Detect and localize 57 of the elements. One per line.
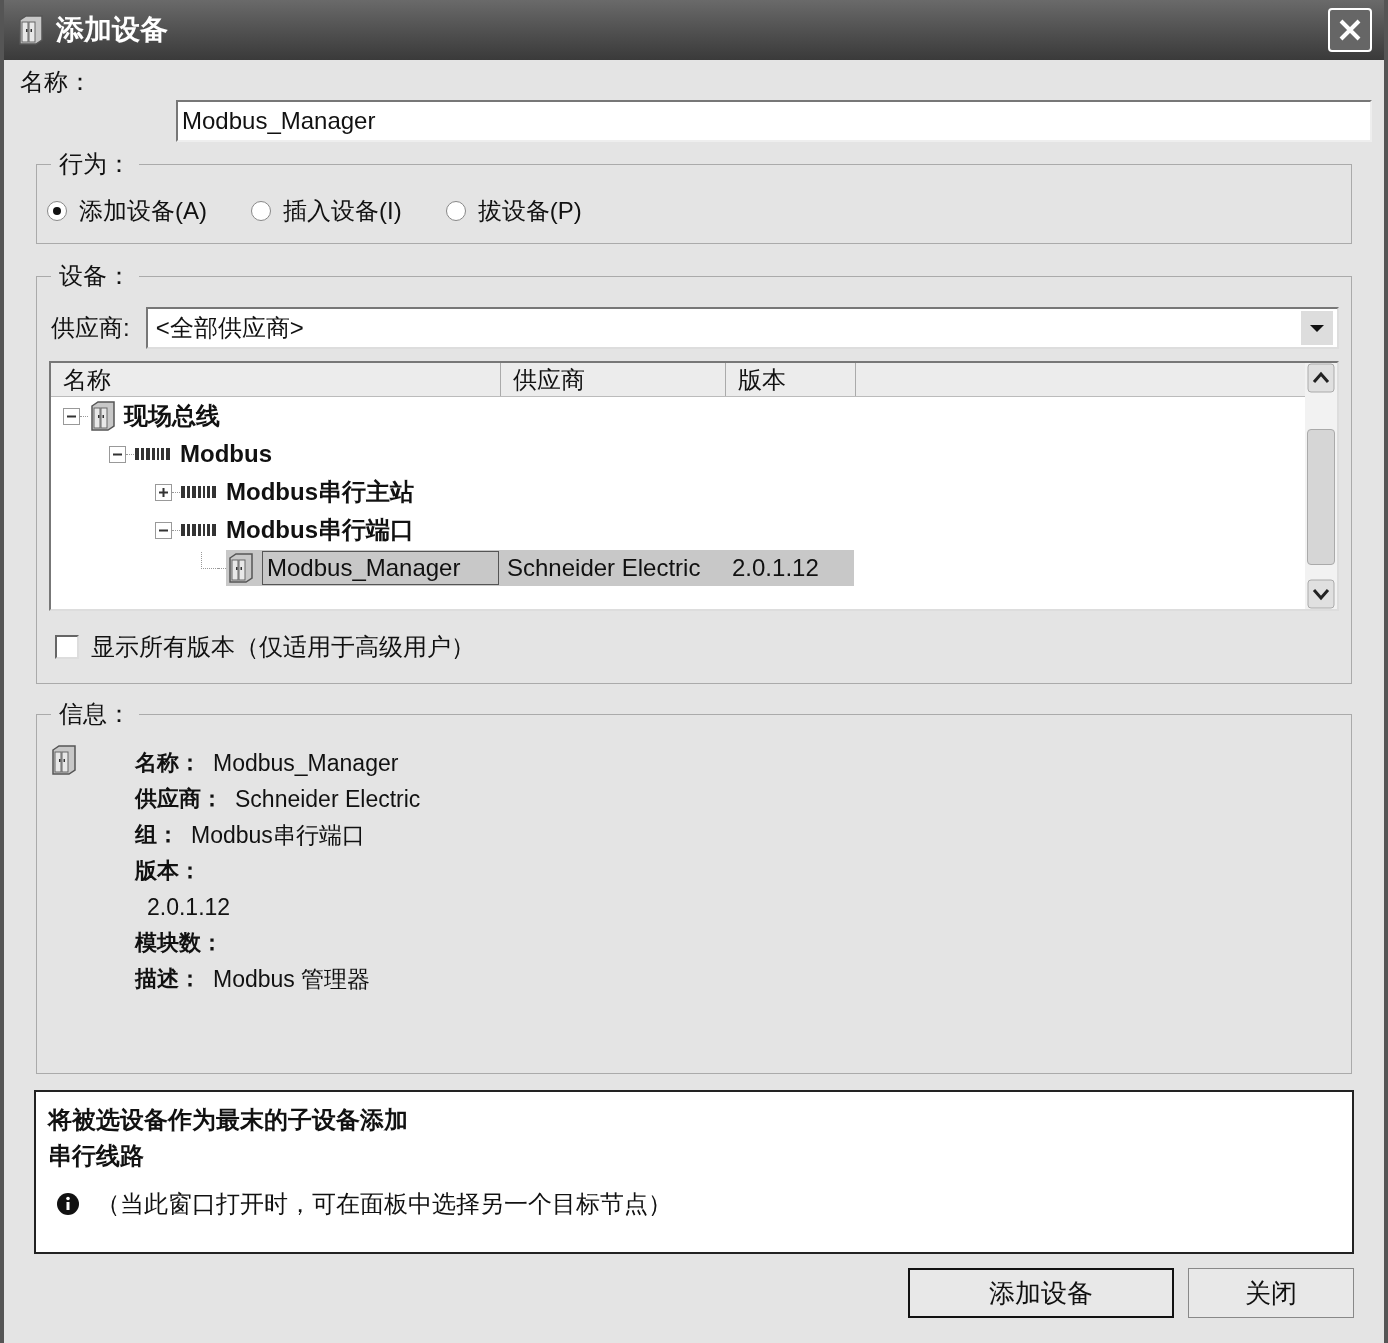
info-value: Modbus 管理器 xyxy=(212,965,371,994)
column-header[interactable]: 版本 xyxy=(726,363,856,396)
checkbox[interactable] xyxy=(55,635,79,659)
info-value: Modbus_Manager xyxy=(212,749,399,778)
info-value: 2.0.1.12 xyxy=(146,893,232,922)
info-label: 名称： xyxy=(135,749,201,777)
radio-option[interactable]: 拔设备(P) xyxy=(445,193,582,229)
window-icon xyxy=(16,15,44,45)
window-title: 添加设备 xyxy=(56,13,168,47)
radio-button[interactable] xyxy=(251,201,271,221)
module-rack-icon xyxy=(180,484,218,500)
tree-item[interactable]: Modbus xyxy=(180,436,272,472)
selected-row-background[interactable]: Modbus_Manager Schneider Electric 2.0.1.12 xyxy=(226,550,854,586)
radio-button[interactable] xyxy=(445,201,466,221)
close-button[interactable] xyxy=(1328,8,1372,52)
minus-icon[interactable] xyxy=(109,445,126,463)
vendor-dropdown[interactable]: <全部供应商> xyxy=(145,307,1339,349)
info-value: Modbus串行端口 xyxy=(190,821,365,850)
column-header[interactable]: 名称 xyxy=(51,363,501,396)
info-label: 模块数： xyxy=(135,929,223,957)
info-label: 版本： xyxy=(135,857,202,885)
tree-item[interactable]: Modbus串行端口 xyxy=(226,512,414,548)
info-icon xyxy=(56,1192,80,1216)
cabinet-icon xyxy=(226,553,254,583)
info-label: 组： xyxy=(135,821,179,849)
scrollbar[interactable] xyxy=(1305,363,1337,609)
scroll-down-button[interactable] xyxy=(1307,579,1335,609)
dialog-button[interactable]: 添加设备 xyxy=(908,1268,1174,1318)
checkbox-label: 显示所有版本（仅适用于高级用户） xyxy=(91,632,475,662)
column-header[interactable]: 供应商 xyxy=(501,363,726,396)
close-icon xyxy=(1338,18,1362,42)
table-cell-text: 2.0.1.12 xyxy=(731,553,820,583)
tree-item[interactable]: Modbus_Manager xyxy=(262,551,499,585)
vendor-label: 供应商: xyxy=(51,313,130,343)
cabinet-icon xyxy=(88,401,116,431)
cabinet-icon xyxy=(49,745,77,775)
radio-button-selected[interactable] xyxy=(47,201,67,221)
radio-option[interactable]: 添加设备(A) xyxy=(47,193,207,229)
dialog-button[interactable]: 关闭 xyxy=(1188,1268,1354,1318)
minus-icon[interactable] xyxy=(155,521,172,539)
table-cell-text: Schneider Electric xyxy=(506,553,702,583)
field-label: 名称： xyxy=(20,68,92,95)
plus-icon[interactable] xyxy=(155,483,172,501)
message-text: 串行线路 xyxy=(48,1141,145,1171)
minus-icon[interactable] xyxy=(63,407,80,425)
info-value: Schneider Electric xyxy=(234,785,421,814)
module-rack-icon xyxy=(134,446,172,462)
tree-item[interactable]: Modbus串行主站 xyxy=(226,474,414,510)
name-field[interactable]: Modbus_Manager xyxy=(176,100,1372,142)
info-label: 供应商： xyxy=(135,785,223,813)
tree-item[interactable]: 现场总线 xyxy=(124,398,220,434)
message-text: 将被选设备作为最末的子设备添加 xyxy=(48,1105,409,1135)
note-text: （当此窗口打开时，可在面板中选择另一个目标节点） xyxy=(96,1189,672,1219)
module-rack-icon xyxy=(180,522,218,538)
radio-option[interactable]: 插入设备(I) xyxy=(251,193,402,229)
info-label: 描述： xyxy=(135,965,201,993)
scroll-up-button[interactable] xyxy=(1307,363,1335,393)
